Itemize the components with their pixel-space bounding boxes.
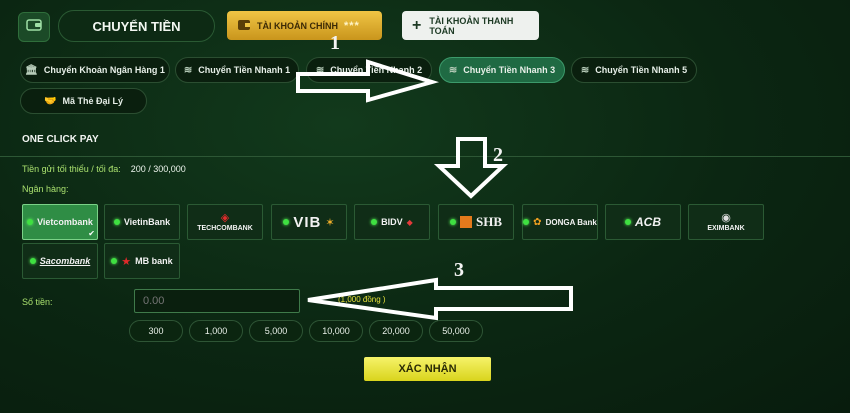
quick-amount-50000[interactable]: 50,000 — [429, 320, 483, 342]
money-icon: ≋ — [315, 64, 325, 76]
bank-name: DONGA Bank — [545, 217, 597, 227]
confirm-button[interactable]: XÁC NHẬN — [364, 357, 491, 381]
mbbank-logo-icon: ★ — [121, 255, 132, 268]
tab-agent-card-code[interactable]: 🤝 Mã Thẻ Đại Lý — [20, 88, 147, 114]
tab-fast-transfer-1[interactable]: ≋ Chuyển Tiền Nhanh 1 — [175, 57, 299, 83]
bank-name: TECHCOMBANK — [197, 224, 253, 232]
tab-label: Mã Thẻ Đại Lý — [62, 96, 123, 106]
limit-value: 200 / 300,000 — [130, 164, 186, 174]
bank-eximbank[interactable]: ◉ EXIMBANK — [688, 204, 764, 240]
bank-techcombank[interactable]: ◈ TECHCOMBANK — [187, 204, 263, 240]
bank-name: Sacombank — [39, 256, 91, 266]
status-dot — [371, 219, 378, 225]
techcombank-logo-icon: ◈ — [220, 211, 230, 224]
tab-label: Chuyển Tiền Nhanh 5 — [595, 65, 688, 75]
payment-account-button[interactable]: + TÀI KHOẢN THANH TOÁN — [402, 11, 539, 40]
bank-name: SHB — [475, 214, 502, 229]
account-mask: *** — [344, 19, 360, 32]
money-icon: ≋ — [580, 64, 590, 76]
amount-input[interactable] — [134, 289, 300, 313]
status-dot — [27, 219, 34, 225]
deposit-limit: Tiền gửi tối thiểu / tối đa: 200 / 300,00… — [22, 164, 186, 174]
payment-account-label: TÀI KHOẢN THANH TOÁN — [429, 15, 514, 36]
tab-fast-transfer-2[interactable]: ≋ Chuyển Tiền Nhanh 2 — [306, 57, 432, 83]
tab-bank-transfer-1[interactable]: 🏛 Chuyển Khoản Ngân Hàng 1 — [20, 57, 170, 83]
tab-label: Chuyển Khoản Ngân Hàng 1 — [43, 65, 165, 75]
check-icon: ✔ — [88, 229, 95, 238]
eximbank-logo-icon: ◉ — [721, 211, 731, 224]
status-dot — [523, 219, 530, 225]
bank-name: EXIMBANK — [707, 224, 745, 232]
bank-sacombank[interactable]: Sacombank — [22, 243, 98, 279]
bank-vib[interactable]: VIB ✶ — [271, 204, 347, 240]
main-account-label: TÀI KHOẢN CHÍNH — [257, 20, 338, 31]
quick-amount-300[interactable]: 300 — [129, 320, 183, 342]
tab-fast-transfer-3[interactable]: ≋ Chuyển Tiền Nhanh 3 — [439, 57, 565, 83]
main-account-button[interactable]: TÀI KHOẢN CHÍNH *** — [227, 11, 382, 40]
status-dot — [113, 219, 120, 225]
money-icon: ≋ — [448, 64, 458, 76]
wallet-icon — [237, 19, 251, 33]
bank-name: VIB — [293, 213, 322, 231]
quick-amount-5000[interactable]: 5,000 — [249, 320, 303, 342]
bank-name: VietinBank — [123, 217, 171, 227]
bank-name: ACB — [635, 215, 661, 229]
annotation-number-3: 3 — [454, 259, 464, 281]
amount-label: Số tiền: — [22, 297, 53, 307]
tab-label: Chuyển Tiền Nhanh 1 — [198, 65, 291, 75]
tab-label: Chuyển Tiền Nhanh 2 — [330, 65, 423, 75]
section-title: ONE CLICK PAY — [22, 134, 99, 145]
status-dot — [449, 219, 456, 225]
amount-unit-note: (1,000 đồng ) — [338, 295, 386, 304]
status-dot — [283, 219, 290, 225]
limit-label: Tiền gửi tối thiểu / tối đa: — [22, 164, 121, 174]
bank-mbbank[interactable]: ★ MB bank — [104, 243, 180, 279]
status-dot — [111, 258, 118, 264]
bank-bidv[interactable]: BIDV ◆ — [354, 204, 430, 240]
wallet-button[interactable] — [18, 12, 50, 42]
tab-fast-transfer-5[interactable]: ≋ Chuyển Tiền Nhanh 5 — [571, 57, 697, 83]
bank-name: MB bank — [135, 256, 173, 266]
status-dot — [29, 258, 36, 264]
tab-label: Chuyển Tiền Nhanh 3 — [463, 65, 556, 75]
shb-logo-icon — [459, 216, 472, 228]
annotation-number-2: 2 — [493, 144, 503, 166]
bank-acb[interactable]: ACB — [605, 204, 681, 240]
quick-amount-20000[interactable]: 20,000 — [369, 320, 423, 342]
quick-amount-10000[interactable]: 10,000 — [309, 320, 363, 342]
divider — [0, 156, 850, 157]
bank-name: Vietcombank — [37, 217, 93, 227]
bank-donga[interactable]: ✿ DONGA Bank — [522, 204, 598, 240]
donga-logo-icon: ✿ — [533, 216, 542, 228]
annotation-number-1: 1 — [330, 32, 340, 54]
bank-vietinbank[interactable]: VietinBank — [104, 204, 180, 240]
bank-name: BIDV — [381, 217, 403, 227]
bank-vietcombank[interactable]: Vietcombank ✔ — [22, 204, 98, 240]
status-dot — [625, 219, 631, 225]
plus-icon: + — [412, 16, 422, 34]
bank-icon: 🏛 — [25, 64, 38, 76]
bank-label: Ngân hàng: — [22, 184, 69, 194]
bidv-logo-icon: ◆ — [406, 217, 413, 227]
quick-amount-1000[interactable]: 1,000 — [189, 320, 243, 342]
vib-logo-icon: ✶ — [325, 216, 335, 229]
handshake-icon: 🤝 — [44, 95, 57, 107]
money-icon: ≋ — [183, 64, 193, 76]
page-title: CHUYỂN TIỀN — [58, 10, 215, 42]
wallet-icon — [26, 18, 42, 37]
bank-shb[interactable]: SHB — [438, 204, 514, 240]
